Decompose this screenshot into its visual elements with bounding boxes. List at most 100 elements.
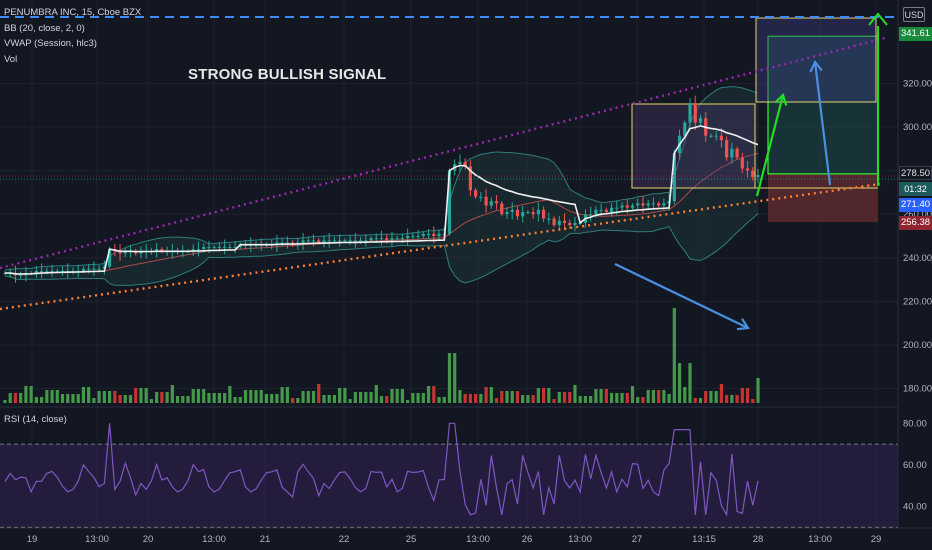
volume-bar xyxy=(500,391,504,403)
volume-bar xyxy=(641,397,645,403)
candle-body xyxy=(348,240,352,242)
volume-bar xyxy=(494,398,499,403)
candle-body xyxy=(562,220,567,223)
volume-bar xyxy=(594,389,598,403)
volume-bar xyxy=(390,389,394,403)
candle-body xyxy=(536,209,540,215)
candle-body xyxy=(494,201,499,204)
countdown-tag: 01:32 xyxy=(899,182,932,196)
candle-body xyxy=(500,203,504,215)
volume-bar xyxy=(416,393,420,403)
volume-bar xyxy=(285,387,289,403)
symbol-label[interactable]: PENUMBRA INC, 15, Cboe BZX xyxy=(4,5,141,21)
candle-body xyxy=(395,238,399,240)
candle-body xyxy=(714,135,718,137)
bb-label[interactable]: BB (20, close, 2, 0) xyxy=(4,21,141,37)
candle-body xyxy=(698,118,703,123)
candle-body xyxy=(474,190,478,197)
volume-bar xyxy=(160,392,164,403)
candle-body xyxy=(416,236,420,237)
candle-body xyxy=(552,218,556,226)
rsi-tick-label: 80.00 xyxy=(903,418,927,429)
candle-body xyxy=(615,207,619,209)
price-tick-label: 240.00 xyxy=(903,253,932,264)
time-tick-label: 29 xyxy=(871,534,882,545)
volume-bar xyxy=(677,363,682,403)
volume-bar xyxy=(29,386,33,403)
volume-bar xyxy=(191,389,195,403)
volume-bar xyxy=(264,394,269,403)
volume-bar xyxy=(552,399,556,403)
volume-bar xyxy=(317,384,321,403)
volume-bar xyxy=(620,393,624,403)
candle-body xyxy=(542,209,546,219)
time-tick-label: 13:00 xyxy=(85,534,109,545)
candle-body xyxy=(228,246,232,248)
candle-body xyxy=(40,270,44,272)
volume-bar xyxy=(573,385,577,403)
candle-body xyxy=(374,238,378,240)
candle-body xyxy=(745,168,750,171)
time-tick-label: 19 xyxy=(27,534,38,545)
volume-bar xyxy=(306,391,310,403)
volume-bar xyxy=(50,390,54,403)
candle-body xyxy=(505,212,509,215)
rsi-tick-label: 60.00 xyxy=(903,460,927,471)
volume-bar xyxy=(630,386,635,403)
time-tick-label: 22 xyxy=(339,534,350,545)
candle-body xyxy=(212,246,216,248)
candle-body xyxy=(379,238,384,240)
rsi-band xyxy=(0,444,898,528)
volume-bar xyxy=(155,392,159,403)
volume-bar xyxy=(730,395,734,403)
volume-bar xyxy=(688,363,692,403)
price-tick-label: 200.00 xyxy=(903,340,932,351)
currency-button[interactable]: USD xyxy=(903,7,925,22)
volume-bar xyxy=(453,353,457,403)
volume-bar xyxy=(34,397,38,403)
volume-bar xyxy=(223,393,227,403)
candle-body xyxy=(589,214,593,216)
candle-body xyxy=(81,268,86,271)
candle-body xyxy=(646,203,650,206)
volume-bar xyxy=(589,396,593,403)
rsi-label[interactable]: RSI (14, close) xyxy=(4,414,67,425)
volume-bar xyxy=(348,399,352,403)
vwap-label[interactable]: VWAP (Session, hlc3) xyxy=(4,36,141,52)
time-tick-label: 13:00 xyxy=(202,534,226,545)
volume-bar xyxy=(411,393,415,403)
volume-bar xyxy=(149,399,154,403)
volume-bar xyxy=(719,384,723,403)
candle-body xyxy=(636,203,640,206)
volume-bar xyxy=(322,395,326,403)
candle-body xyxy=(202,246,206,250)
volume-bar xyxy=(374,385,378,403)
volume-bar xyxy=(458,390,462,403)
volume-bar xyxy=(562,392,567,403)
chart-canvas[interactable]: 320.00300.00280.00260.00240.00220.00200.… xyxy=(0,0,932,550)
candle-body xyxy=(432,233,436,236)
volume-bar xyxy=(228,386,232,403)
candle-body xyxy=(719,135,723,141)
signal-annotation: STRONG BULLISH SIGNAL xyxy=(188,66,387,83)
candle-body xyxy=(625,205,629,208)
volume-bar xyxy=(212,393,216,403)
volume-bar xyxy=(301,391,305,403)
volume-bar xyxy=(463,394,467,403)
candle-body xyxy=(599,209,603,211)
volume-bar xyxy=(217,393,221,403)
volume-bar xyxy=(651,390,656,403)
volume-bar xyxy=(364,392,368,403)
volume-bar xyxy=(139,388,143,403)
time-tick-label: 13:00 xyxy=(466,534,490,545)
time-tick-label: 13:15 xyxy=(692,534,716,545)
vol-label[interactable]: Vol xyxy=(4,52,141,68)
volume-bar xyxy=(395,389,399,403)
volume-bar xyxy=(87,387,91,403)
volume-bar xyxy=(725,395,729,403)
volume-bar xyxy=(186,396,190,403)
volume-bar xyxy=(296,398,300,403)
volume-bar xyxy=(568,392,572,403)
volume-bar xyxy=(578,396,582,403)
volume-bar xyxy=(604,389,608,403)
